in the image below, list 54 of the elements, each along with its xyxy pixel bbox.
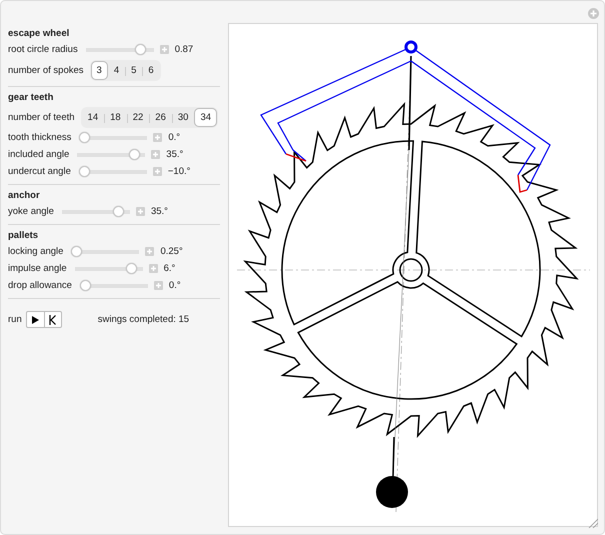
resize-grip-icon[interactable]	[588, 518, 598, 528]
play-icon	[32, 316, 39, 324]
setter-button[interactable]: 34	[194, 108, 218, 126]
slider-value: 0.°	[168, 132, 180, 143]
setter-button[interactable]: 30	[172, 108, 194, 126]
setter-button[interactable]: 18	[104, 108, 127, 126]
setter-label: number of teeth	[8, 112, 75, 122]
slider-value: 0.25°	[160, 246, 183, 257]
setter-button[interactable]: 6	[142, 60, 160, 80]
slider-thumb[interactable]	[126, 263, 137, 274]
step-back-icon	[49, 314, 56, 324]
slider-thumb[interactable]	[71, 246, 82, 257]
slider-value: 35.°	[150, 206, 168, 217]
expand-icon[interactable]	[148, 264, 158, 273]
run-label: run	[8, 314, 22, 325]
slider-thumb[interactable]	[128, 149, 140, 160]
setter-button[interactable]: 14	[82, 108, 104, 126]
slider-value: 35.°	[166, 149, 184, 160]
slider-label: impulse angle	[8, 263, 67, 274]
slider-value: 6.°	[164, 263, 176, 274]
setter-button[interactable]: 22	[126, 108, 150, 126]
section-heading: gear teeth	[8, 92, 54, 103]
slider-thumb[interactable]	[113, 206, 124, 217]
expand-icon[interactable]	[153, 133, 162, 142]
slider-value: 0.87	[174, 44, 194, 55]
slider-label: included angle	[8, 149, 70, 160]
slider-label: tooth thickness	[8, 132, 72, 143]
slider-label: root circle radius	[8, 44, 78, 55]
expand-icon[interactable]	[136, 207, 145, 216]
slider-thumb[interactable]	[78, 166, 90, 177]
slider-thumb[interactable]	[135, 44, 146, 55]
setter-label: number of spokes	[8, 64, 84, 76]
expand-icon[interactable]	[152, 167, 162, 176]
slider-label: locking angle	[8, 246, 64, 257]
slider-value: −10.°	[168, 166, 190, 177]
section-heading: pallets	[8, 230, 40, 241]
slider-thumb[interactable]	[80, 280, 91, 291]
setter-button[interactable]: 5	[125, 60, 142, 80]
expand-icon[interactable]	[145, 247, 154, 256]
section-heading: anchor	[8, 190, 41, 201]
setter-button[interactable]: 26	[149, 108, 172, 126]
setter-button[interactable]: 4	[108, 60, 126, 80]
slider-label: undercut angle	[8, 166, 71, 177]
swings-status: swings completed: 15	[98, 314, 190, 325]
expand-icon[interactable]	[151, 150, 160, 159]
slider-label: drop allowance	[8, 280, 72, 291]
section-heading: escape wheel	[8, 28, 70, 39]
slider-value: 0.°	[168, 280, 181, 291]
add-icon[interactable]	[588, 8, 599, 19]
slider-label: yoke angle	[8, 206, 54, 217]
setter-button[interactable]: 3	[90, 60, 108, 80]
slider-thumb[interactable]	[79, 132, 90, 143]
expand-icon[interactable]	[160, 45, 169, 54]
expand-icon[interactable]	[154, 281, 163, 290]
